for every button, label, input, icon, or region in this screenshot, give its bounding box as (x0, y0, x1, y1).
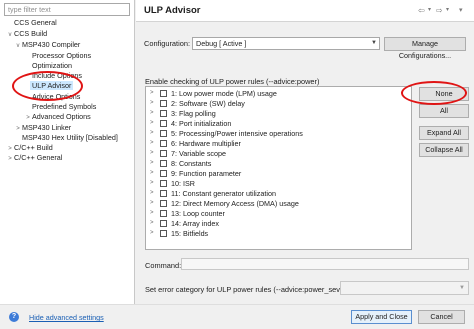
tree-item-c-cpp-general[interactable]: > C/C++ General (6, 153, 62, 163)
command-field[interactable] (181, 258, 469, 270)
rule-checkbox[interactable] (160, 100, 167, 107)
settings-navigation-tree: CCS General vCCS Build vMSP430 Compiler … (0, 0, 135, 304)
manage-configurations-button[interactable]: Manage Configurations... (384, 37, 466, 60)
rule-checkbox[interactable] (160, 220, 167, 227)
configuration-select[interactable]: Debug [ Active ] ▼ (192, 37, 380, 50)
page-header: ULP Advisor ⇦ ▾ ⇨ ▾ ▾ (136, 0, 474, 22)
apply-and-close-button[interactable]: Apply and Close (351, 310, 412, 324)
tree-item-ulp-advisor[interactable]: ULP Advisor (30, 81, 74, 91)
rule-checkbox[interactable] (160, 130, 167, 137)
chevron-right-icon[interactable]: > (14, 124, 22, 134)
tree-item-predefined-symbols[interactable]: Predefined Symbols (32, 102, 96, 112)
chevron-right-icon[interactable]: > (150, 89, 154, 98)
chevron-right-icon[interactable]: > (150, 179, 154, 188)
chevron-right-icon[interactable]: > (150, 229, 154, 238)
rule-checkbox[interactable] (160, 150, 167, 157)
chevron-right-icon[interactable]: > (150, 119, 154, 128)
rule-checkbox[interactable] (160, 140, 167, 147)
dropdown-arrow-icon[interactable]: ▼ (459, 285, 465, 291)
tree-item-msp430-compiler[interactable]: v MSP430 Compiler (14, 40, 81, 51)
rule-checkbox[interactable] (160, 90, 167, 97)
rule-checkbox[interactable] (160, 230, 167, 237)
rule-checkbox[interactable] (160, 120, 167, 127)
tree-item-msp430-hex-utility[interactable]: MSP430 Hex Utility [Disabled] (22, 133, 118, 143)
chevron-down-icon[interactable]: v (14, 41, 22, 51)
rule-checkbox[interactable] (160, 200, 167, 207)
tree-item-processor-options[interactable]: Processor Options (32, 51, 91, 61)
rule-checkbox[interactable] (160, 180, 167, 187)
rule-checkbox[interactable] (160, 110, 167, 117)
filter-input[interactable] (4, 3, 130, 16)
collapse-all-button[interactable]: Collapse All (419, 143, 469, 157)
tree-item-ccs-general[interactable]: CCS General (6, 18, 57, 28)
chevron-right-icon[interactable]: > (150, 109, 154, 118)
forward-menu-icon[interactable]: ▾ (446, 6, 449, 15)
configuration-value: Debug [ Active ] (196, 39, 247, 48)
none-button[interactable]: None (419, 87, 469, 101)
rule-checkbox[interactable] (160, 210, 167, 217)
chevron-right-icon[interactable]: > (150, 189, 154, 198)
chevron-right-icon[interactable]: > (150, 199, 154, 208)
back-arrow-icon[interactable]: ⇦ (418, 6, 425, 15)
command-label: Command: (145, 261, 182, 270)
rules-heading: Enable checking of ULP power rules (--ad… (145, 77, 320, 86)
tree-item-c-cpp-build[interactable]: > C/C++ Build (6, 143, 53, 153)
all-button[interactable]: All (419, 104, 469, 118)
chevron-right-icon[interactable]: > (150, 209, 154, 218)
tree-item-advanced-options[interactable]: > Advanced Options (24, 112, 91, 122)
chevron-right-icon[interactable]: > (150, 99, 154, 108)
tree-item-optimization[interactable]: Optimization (32, 61, 72, 71)
ulp-rules-list[interactable]: >1: Low power mode (LPM) usage >2: Softw… (145, 86, 412, 250)
dropdown-arrow-icon[interactable]: ▼ (371, 38, 377, 49)
cancel-button[interactable]: Cancel (418, 310, 465, 324)
configuration-label: Configuration: (144, 39, 191, 48)
severity-label: Set error category for ULP power rules (… (145, 285, 357, 294)
tree-item-ccs-build[interactable]: v CCS Build (6, 29, 48, 40)
forward-arrow-icon[interactable]: ⇨ (436, 6, 443, 15)
tree-item-include-options[interactable]: Include Options (32, 71, 82, 81)
chevron-right-icon[interactable]: > (150, 169, 154, 178)
hide-advanced-settings-link[interactable]: Hide advanced settings (29, 313, 104, 322)
chevron-right-icon[interactable]: > (6, 154, 14, 164)
ulp-advisor-page: ULP Advisor ⇦ ▾ ⇨ ▾ ▾ Configuration: Deb… (136, 0, 474, 304)
chevron-right-icon[interactable]: > (150, 149, 154, 158)
back-menu-icon[interactable]: ▾ (428, 6, 431, 15)
rule-checkbox[interactable] (160, 160, 167, 167)
tree-item-advice-options[interactable]: Advice Options (32, 92, 80, 102)
chevron-down-icon[interactable]: v (6, 30, 14, 40)
dialog-footer: ? Hide advanced settings Apply and Close… (0, 304, 474, 329)
chevron-right-icon[interactable]: > (150, 139, 154, 148)
rule-checkbox[interactable] (160, 170, 167, 177)
expand-all-button[interactable]: Expand All (419, 126, 469, 140)
chevron-right-icon[interactable]: > (150, 129, 154, 138)
help-icon[interactable]: ? (9, 312, 19, 322)
view-menu-icon[interactable]: ▾ (459, 6, 463, 15)
severity-select[interactable]: ▼ (340, 281, 469, 295)
rule-checkbox[interactable] (160, 190, 167, 197)
tree-item-msp430-linker[interactable]: > MSP430 Linker (14, 123, 71, 133)
chevron-right-icon[interactable]: > (24, 113, 32, 123)
chevron-right-icon[interactable]: > (150, 159, 154, 168)
page-title: ULP Advisor (144, 5, 201, 16)
chevron-right-icon[interactable]: > (150, 219, 154, 228)
